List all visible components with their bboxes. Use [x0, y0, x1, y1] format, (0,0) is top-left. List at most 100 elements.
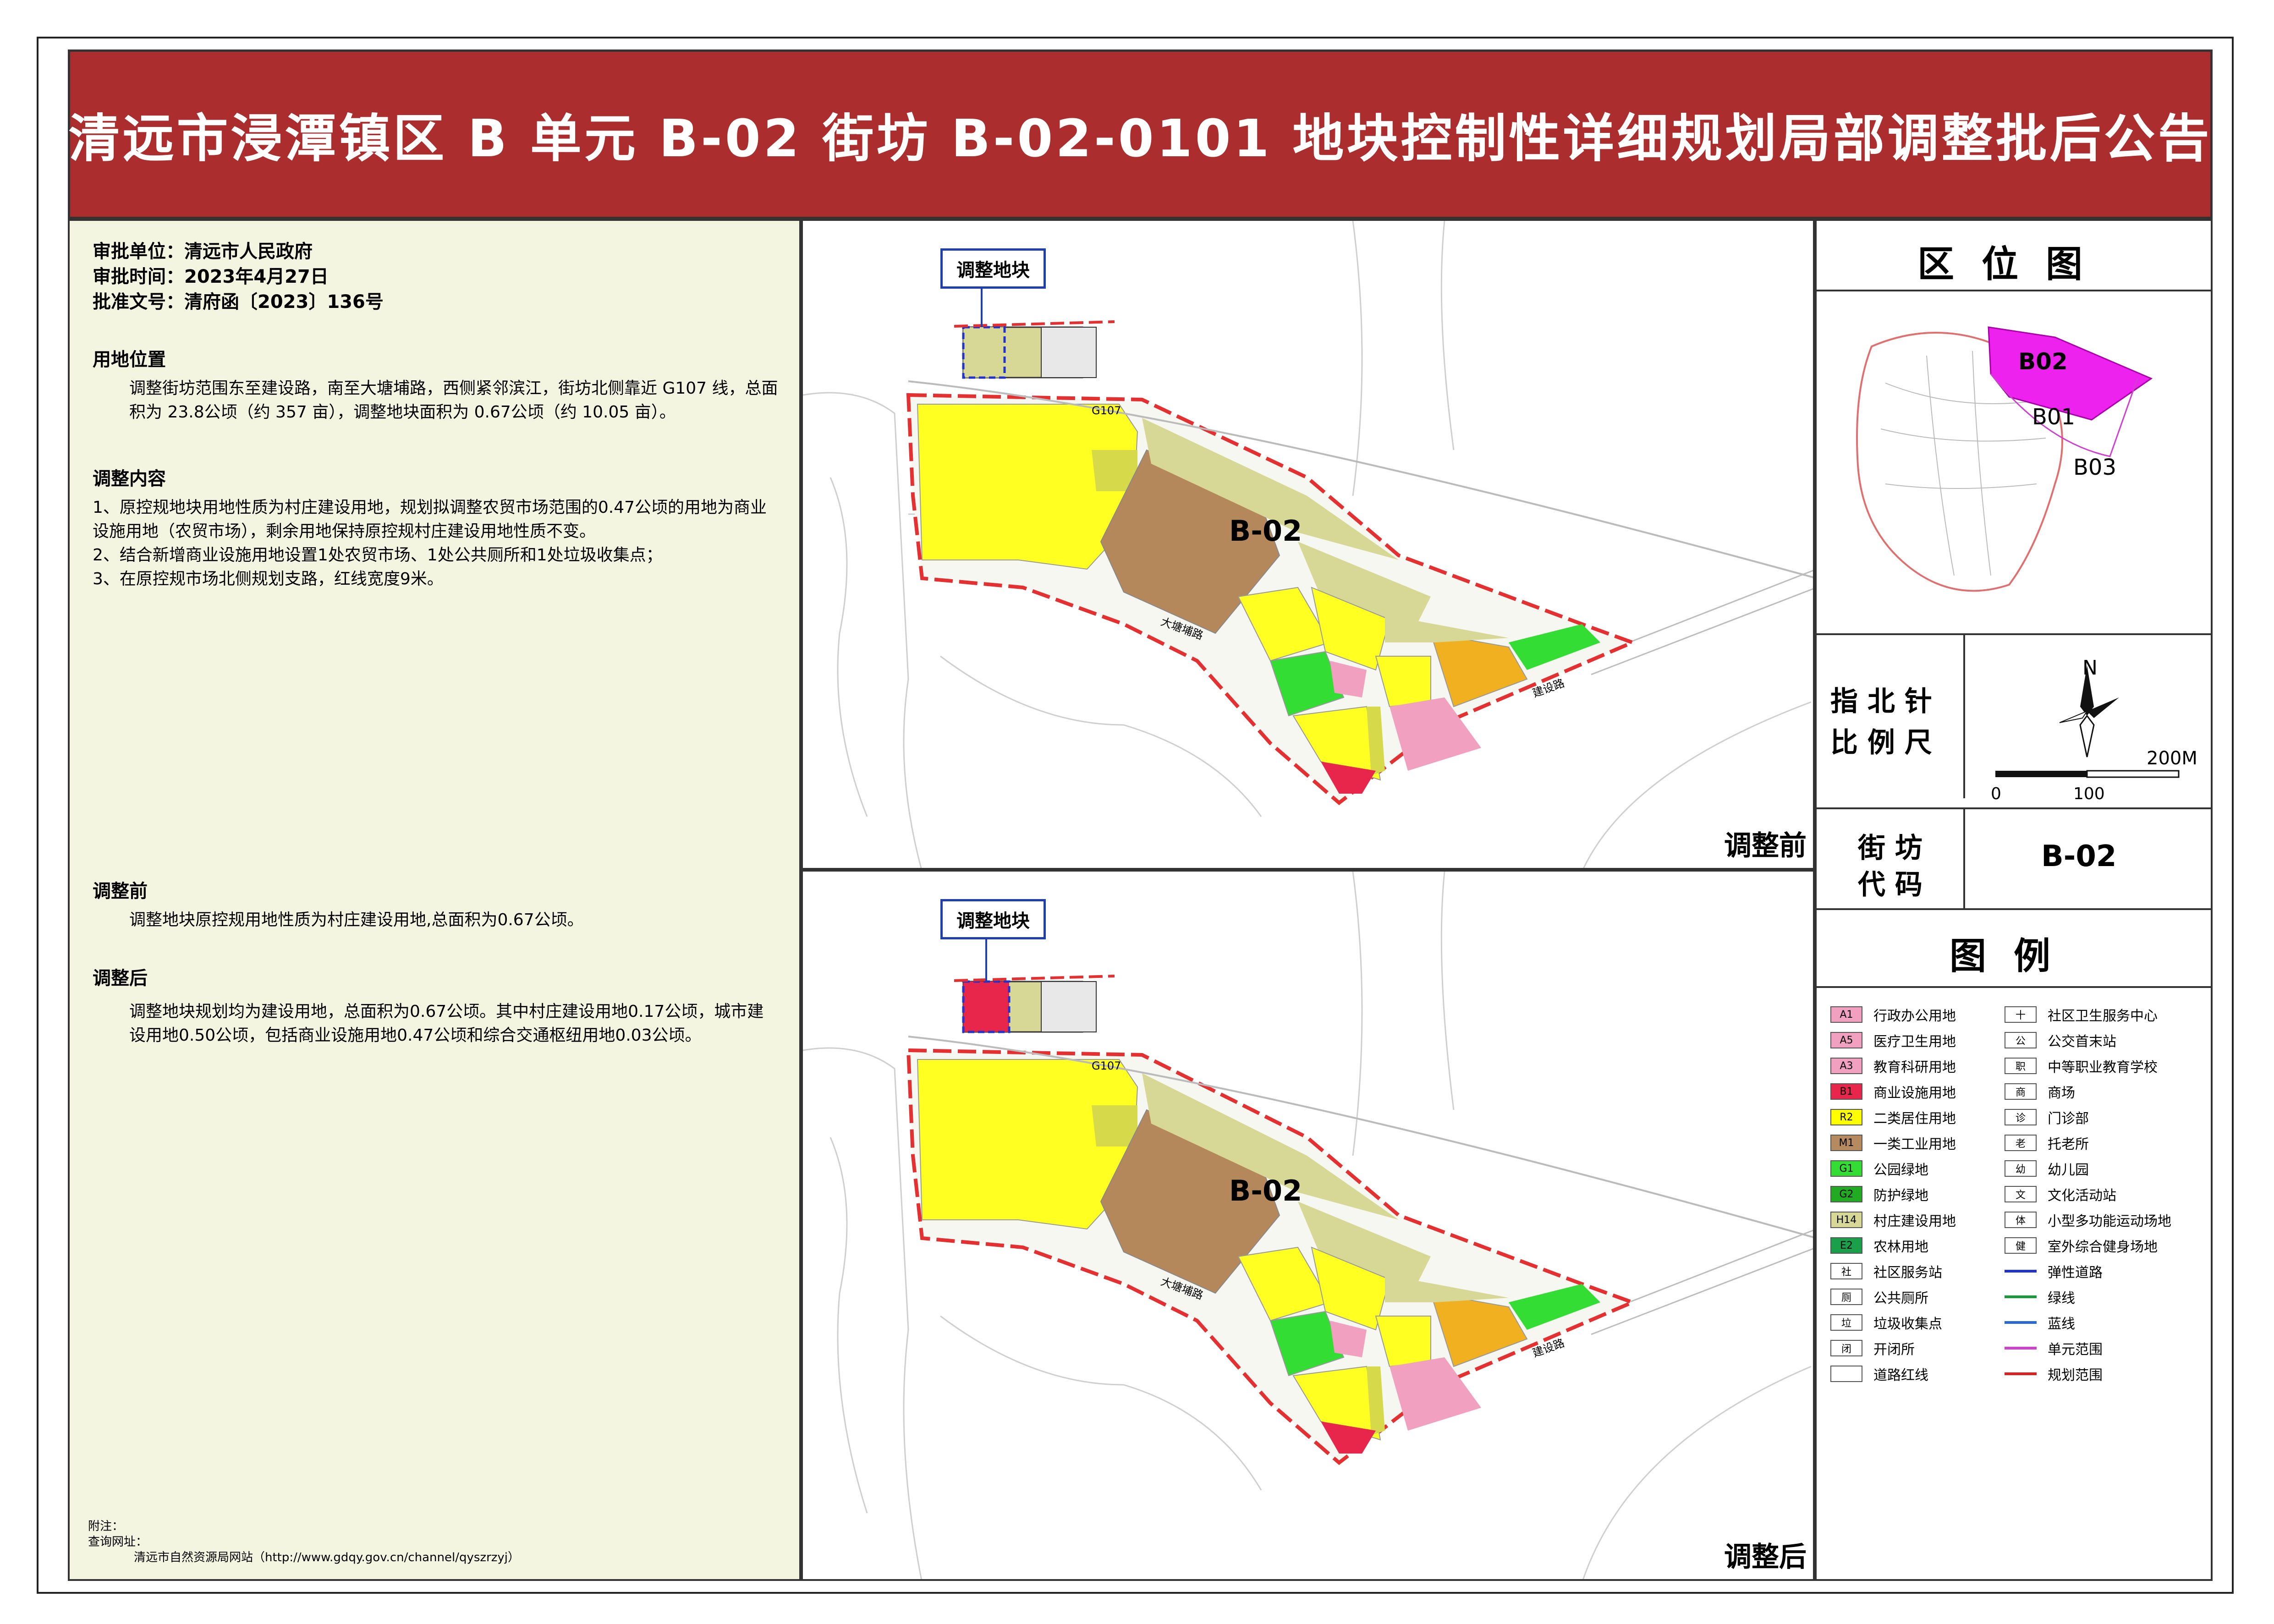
legend-item: A3 教育科研用地 — [1830, 1056, 1956, 1076]
legend-item: 社社区服务站 — [1830, 1261, 1942, 1281]
page-title: 清远市浸潭镇区 B 单元 B-02 街坊 B-02-0101 地块控制性详细规划… — [68, 109, 2212, 169]
code-value: B-02 — [2041, 839, 2117, 873]
code-label-2: 代 码 — [1858, 869, 1922, 901]
legend-item: 单元范围 — [2005, 1338, 2103, 1358]
legend-label: 商业设施用地 — [1873, 1085, 1956, 1101]
block-label-before: B-02 — [1229, 514, 1302, 548]
scale-zero: 0 — [1991, 785, 2001, 803]
divider — [1817, 986, 2211, 988]
map-before-caption: 调整前 — [1724, 830, 1807, 862]
legend-item: R2 二类居住用地 — [1830, 1107, 1956, 1127]
map-after-caption: 调整后 — [1724, 1541, 1807, 1573]
code-label-1: 街 坊 — [1858, 832, 1922, 864]
legend-item: 商商场 — [2005, 1081, 2075, 1102]
legend-swatch: 体 — [2005, 1212, 2037, 1228]
after-heading: 调整后 — [93, 968, 148, 989]
location-paragraph: 调整街坊范围东至建设路，南至大塘埔路，西侧紧邻滨江，街坊北侧靠近 G107 线，… — [129, 379, 778, 422]
road-g107-before: G107 — [1092, 404, 1121, 417]
scale-end: 200M — [2147, 748, 2197, 769]
map-before[interactable]: 调整地块 B-02 G107 大塘埔路 建设路 调整前 — [801, 219, 1815, 870]
legend-swatch: 诊 — [2005, 1109, 2037, 1125]
legend-swatch: 幼 — [2005, 1160, 2037, 1177]
map-before-svg — [803, 221, 1813, 868]
legend-item: 体小型多功能运动场地 — [2005, 1210, 2171, 1230]
legend-swatch: 厕 — [1830, 1289, 1862, 1305]
location-map-heading: 区位图 — [1917, 243, 2110, 285]
legend-label: 公交首末站 — [2048, 1034, 2116, 1050]
legend-label: 托老所 — [2048, 1136, 2089, 1152]
legend-heading: 图例 — [1950, 935, 2078, 977]
legend-swatch: A3 — [1830, 1058, 1862, 1074]
legend-item: 文文化活动站 — [2005, 1184, 2116, 1204]
legend-swatch: R2 — [1830, 1109, 1862, 1125]
right-panel: 区位图 B02 B01 B03 指 北 针 比 例 尺 N 200M 0 100… — [1815, 219, 2213, 1581]
legend-swatch: B1 — [1830, 1083, 1862, 1100]
legend-item: B1 商业设施用地 — [1830, 1081, 1956, 1102]
legend-label: 二类居住用地 — [1873, 1111, 1956, 1127]
legend-swatch — [2005, 1289, 2037, 1305]
legend-label: 绿线 — [2048, 1290, 2075, 1306]
legend-swatch: G2 — [1830, 1186, 1862, 1202]
legend-label: 社区服务站 — [1873, 1265, 1942, 1281]
legend-item: 职中等职业教育学校 — [2005, 1056, 2158, 1076]
approval-unit: 审批单位：清远市人民政府 — [93, 241, 313, 262]
legend-label: 单元范围 — [2048, 1342, 2103, 1358]
approval-meta: 审批单位：清远市人民政府 审批时间：2023年4月27日 批准文号：清府函〔20… — [93, 239, 384, 315]
map-after[interactable]: 调整地块 B-02 G107 大塘埔路 建设路 调整后 — [801, 870, 1815, 1581]
zone-b01: B01 — [2032, 404, 2075, 430]
legend-label: 公共厕所 — [1873, 1290, 1928, 1306]
legend-swatch — [1830, 1366, 1862, 1382]
content-item-2: 2、结合新增商业设施用地设置1处农贸市场、1处公共厕所和1处垃圾收集点； — [93, 546, 663, 565]
legend-label: 农林用地 — [1873, 1239, 1928, 1255]
info-panel: 审批单位：清远市人民政府 审批时间：2023年4月27日 批准文号：清府函〔20… — [68, 219, 801, 1581]
content-list: 1、原控规地块用地性质为村庄建设用地，规划拟调整农贸市场范围的0.47公顷的用地… — [93, 496, 780, 591]
legend-label: 村庄建设用地 — [1873, 1213, 1956, 1229]
legend-swatch: 垃 — [1830, 1314, 1862, 1331]
legend-swatch: 十 — [2005, 1006, 2037, 1023]
legend-item: 垃垃圾收集点 — [1830, 1312, 1942, 1333]
before-heading: 调整前 — [93, 881, 148, 902]
legend-label: 行政办公用地 — [1873, 1008, 1956, 1024]
legend-swatch — [2005, 1366, 2037, 1382]
after-paragraph: 调整地块规划均为建设用地，总面积为0.67公顷。其中村庄建设用地0.17公顷，城… — [129, 1002, 764, 1045]
legend-label: 文化活动站 — [2048, 1188, 2116, 1204]
legend-label: 规划范围 — [2048, 1367, 2103, 1383]
legend-swatch: 文 — [2005, 1186, 2037, 1202]
legend-swatch — [2005, 1314, 2037, 1331]
legend-swatch: 社 — [1830, 1263, 1862, 1279]
legend-item: M1 一类工业用地 — [1830, 1133, 1956, 1153]
legend-swatch: 老 — [2005, 1135, 2037, 1151]
scale-mid: 100 — [2073, 785, 2105, 803]
legend-item: G1 公园绿地 — [1830, 1158, 1928, 1179]
legend-label: 一类工业用地 — [1873, 1136, 1956, 1152]
legend-swatch: G1 — [1830, 1160, 1862, 1177]
legend-item: H14 村庄建设用地 — [1830, 1210, 1956, 1230]
legend-item: 十社区卫生服务中心 — [2005, 1004, 2158, 1025]
legend-swatch: H14 — [1830, 1212, 1862, 1228]
divider — [1963, 807, 1965, 908]
map-after-svg — [803, 872, 1813, 1579]
legend-swatch: 公 — [2005, 1032, 2037, 1048]
legend-label: 教育科研用地 — [1873, 1059, 1956, 1075]
legend-label: 门诊部 — [2048, 1111, 2089, 1127]
legend-item: 健室外综合健身场地 — [2005, 1235, 2158, 1256]
legend-item: 道路红线 — [1830, 1364, 1928, 1384]
divider — [1963, 633, 1965, 798]
legend-item: 公公交首末站 — [2005, 1030, 2116, 1050]
after-text: 调整地块规划均为建设用地，总面积为0.67公顷。其中村庄建设用地0.17公顷，城… — [93, 1000, 780, 1048]
legend-item: 诊门诊部 — [2005, 1107, 2089, 1127]
legend-item: 闭开闭所 — [1830, 1338, 1915, 1358]
zone-b02: B02 — [2018, 348, 2068, 375]
block-label-after: B-02 — [1229, 1174, 1302, 1207]
legend-swatch: A5 — [1830, 1032, 1862, 1048]
legend-label: 垃圾收集点 — [1873, 1316, 1942, 1332]
adjust-parcel-label-after: 调整地块 — [940, 899, 1046, 939]
legend-item: A1 行政办公用地 — [1830, 1004, 1956, 1025]
legend-label: 防护绿地 — [1873, 1188, 1928, 1204]
legend-item: 规划范围 — [2005, 1364, 2103, 1384]
legend-item: 老托老所 — [2005, 1133, 2089, 1153]
legend-label: 开闭所 — [1873, 1342, 1915, 1358]
legend-label: 医疗卫生用地 — [1873, 1034, 1956, 1050]
legend-item: 蓝线 — [2005, 1312, 2075, 1333]
legend-label: 公园绿地 — [1873, 1162, 1928, 1178]
